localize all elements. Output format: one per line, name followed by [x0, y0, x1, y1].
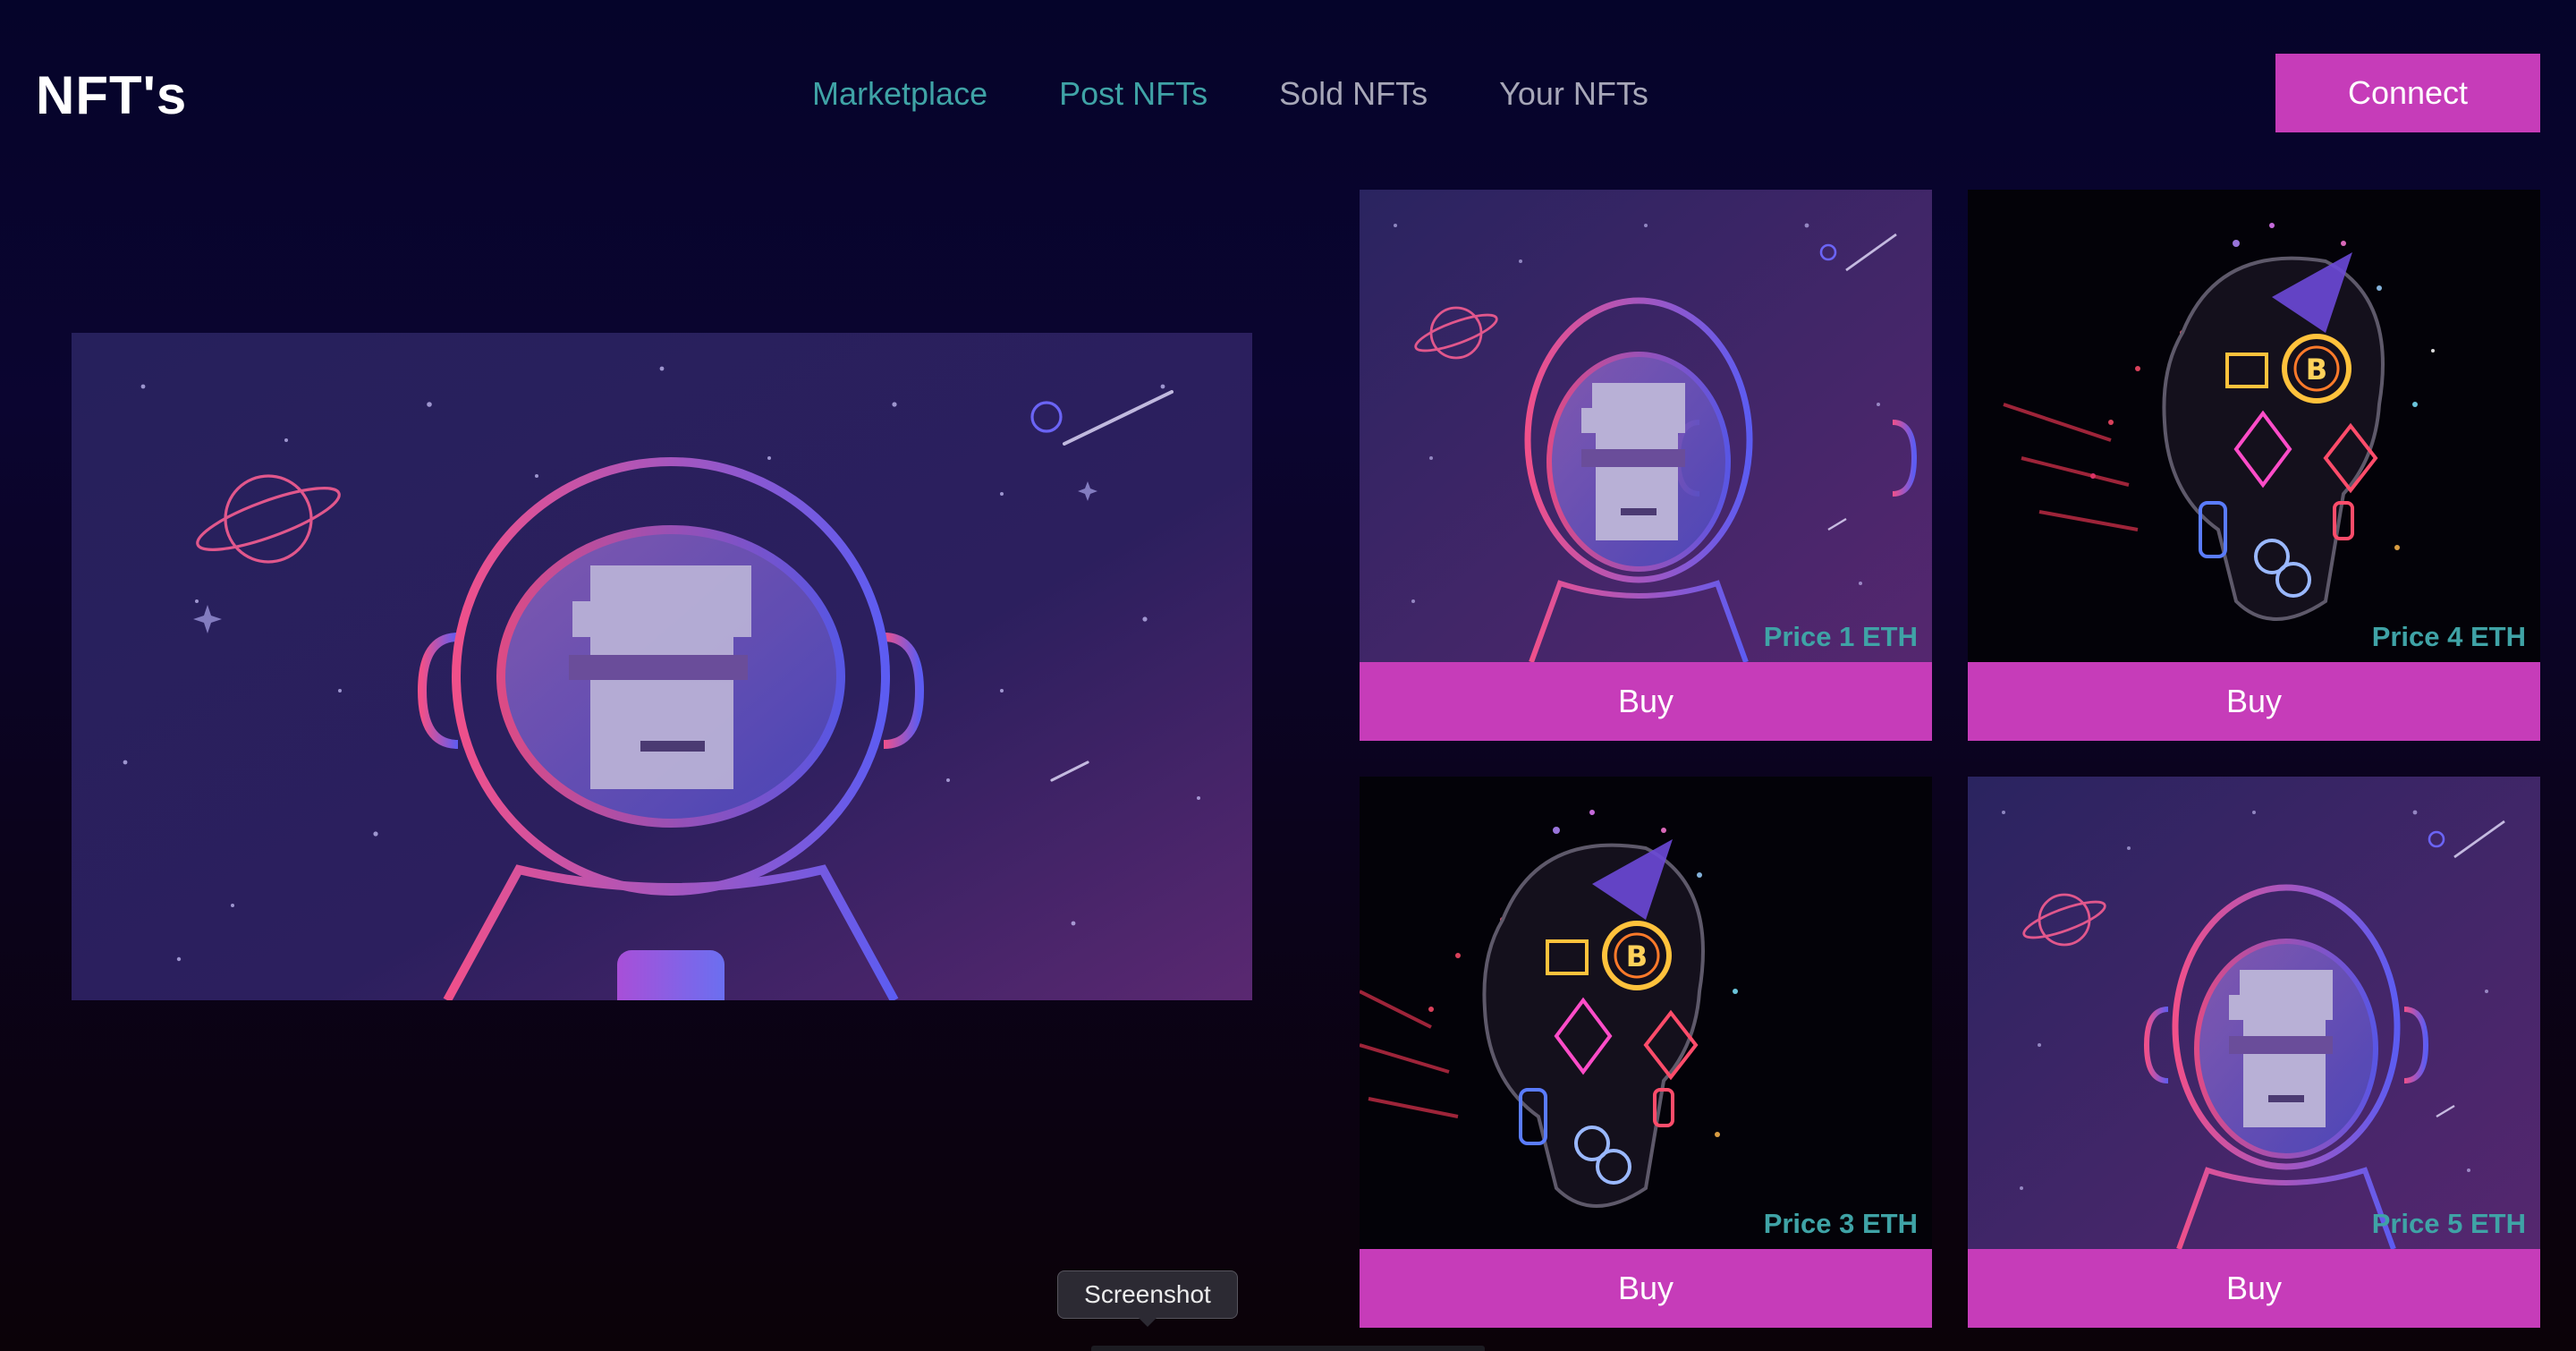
- buy-button[interactable]: Buy: [1968, 1249, 2540, 1328]
- nft-image[interactable]: B: [1360, 777, 1932, 1249]
- svg-text:B: B: [1626, 939, 1648, 973]
- nft-image[interactable]: [1360, 190, 1932, 662]
- price-label: Price 3 ETH: [1763, 1208, 1918, 1239]
- buy-button[interactable]: Buy: [1968, 662, 2540, 741]
- nft-card: B Price 4 ETH Buy: [1968, 190, 2540, 741]
- price-label: Price 4 ETH: [2371, 621, 2526, 652]
- nft-card: Price 5 ETH Buy: [1968, 777, 2540, 1328]
- nav-your-nfts[interactable]: Your NFTs: [1499, 75, 1648, 113]
- astronaut-illustration-icon: [1360, 190, 1932, 662]
- svg-text:B: B: [2306, 353, 2327, 387]
- main-nav: Marketplace Post NFTs Sold NFTs Your NFT…: [812, 75, 1648, 113]
- buy-button[interactable]: Buy: [1360, 1249, 1932, 1328]
- nav-marketplace[interactable]: Marketplace: [812, 75, 987, 113]
- nft-image[interactable]: [1968, 777, 2540, 1249]
- neon-crypto-head-icon: B: [1360, 777, 1932, 1249]
- connect-button[interactable]: Connect: [2275, 54, 2540, 132]
- hero-banner: [72, 333, 1252, 1000]
- buy-button[interactable]: Buy: [1360, 662, 1932, 741]
- nft-card: B Price 3 ETH Buy: [1360, 777, 1932, 1328]
- nft-image[interactable]: B: [1968, 190, 2540, 662]
- dock-bar: [1091, 1346, 1485, 1351]
- nav-sold-nfts[interactable]: Sold NFTs: [1279, 75, 1428, 113]
- nft-card: Price 1 ETH Buy: [1360, 190, 1932, 741]
- brand-logo[interactable]: NFT's: [36, 64, 187, 126]
- nav-post-nfts[interactable]: Post NFTs: [1059, 75, 1208, 113]
- price-label: Price 5 ETH: [2371, 1208, 2526, 1239]
- screenshot-tooltip: Screenshot: [1057, 1270, 1238, 1327]
- astronaut-illustration-icon: [1968, 777, 2540, 1249]
- astronaut-illustration-icon: [72, 333, 1252, 1000]
- price-label: Price 1 ETH: [1763, 621, 1918, 652]
- neon-crypto-head-icon: B: [1968, 190, 2540, 662]
